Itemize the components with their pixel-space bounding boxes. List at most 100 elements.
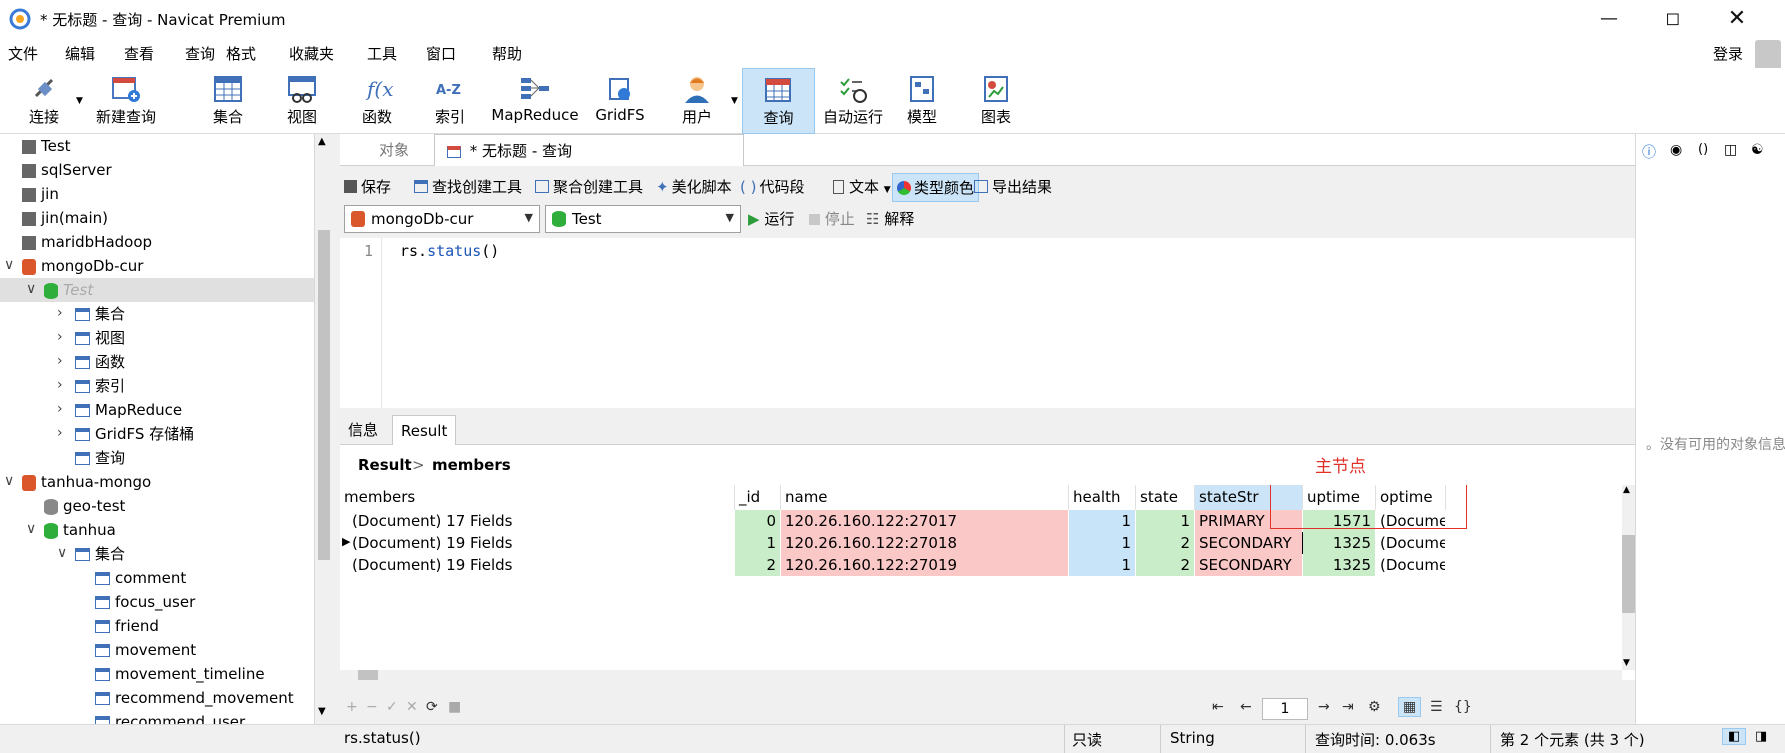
sidebar-item[interactable]: recommend_movement: [95, 686, 294, 710]
columns-icon[interactable]: ◫: [1724, 142, 1737, 158]
connect-dropdown-icon[interactable]: ▼: [76, 96, 83, 106]
menu-tools[interactable]: 工具: [367, 43, 397, 64]
sidebar-item[interactable]: jin(main): [22, 206, 108, 230]
column-header[interactable]: health: [1069, 485, 1136, 510]
grid-scroll-up-icon[interactable]: ▲: [1623, 485, 1630, 495]
table-cell[interactable]: 1: [1136, 510, 1195, 532]
grid-h-scroll-thumb[interactable]: [358, 670, 378, 680]
chevron-right-icon[interactable]: ›: [57, 401, 63, 417]
toolbar-query-button[interactable]: 查询: [742, 68, 815, 134]
table-cell[interactable]: 120.26.160.122:27017: [781, 510, 1069, 532]
sidebar-item[interactable]: jin: [22, 182, 59, 206]
grid-scroll-down-icon[interactable]: ▼: [1623, 658, 1630, 668]
sidebar-item[interactable]: 视图: [75, 326, 125, 350]
chevron-down-icon[interactable]: ∨: [4, 473, 14, 489]
preview-eye-icon[interactable]: ◉: [1670, 142, 1682, 158]
table-cell[interactable]: 1: [1069, 532, 1136, 554]
chevron-right-icon[interactable]: ›: [57, 353, 63, 369]
tree-view-icon[interactable]: ☰: [1430, 699, 1443, 715]
sidebar-item[interactable]: geo-test: [44, 494, 125, 518]
ddl-icon[interactable]: (): [1698, 142, 1708, 157]
relations-icon[interactable]: ☯: [1751, 142, 1764, 158]
grid-horizontal-scrollbar[interactable]: [340, 670, 1622, 680]
save-button[interactable]: 保存: [344, 176, 391, 197]
table-cell[interactable]: 2: [1136, 532, 1195, 554]
toolbar-collection-button[interactable]: 集合: [196, 68, 260, 134]
chevron-right-icon[interactable]: ›: [57, 377, 63, 393]
sidebar-item[interactable]: 索引: [75, 374, 125, 398]
sidebar-item[interactable]: movement: [95, 638, 196, 662]
sidebar-item[interactable]: GridFS 存储桶: [75, 422, 194, 446]
grid-vertical-scrollbar[interactable]: ▲ ▼: [1622, 485, 1635, 670]
menu-window[interactable]: 窗口: [426, 43, 456, 64]
add-record-icon[interactable]: +: [346, 699, 358, 715]
tab-query[interactable]: * 无标题 - 查询: [434, 134, 744, 166]
toolbar-user-button[interactable]: 用户: [665, 68, 729, 134]
layout-left-panel-icon[interactable]: ◧: [1722, 728, 1747, 745]
stop-button[interactable]: 停止: [809, 208, 855, 229]
sidebar-item[interactable]: comment: [95, 566, 186, 590]
stop-record-icon[interactable]: ■: [448, 699, 461, 715]
sidebar-item[interactable]: focus_user: [95, 590, 195, 614]
menu-help[interactable]: 帮助: [492, 43, 522, 64]
toolbar-index-button[interactable]: A-Z 索引: [418, 68, 482, 134]
sidebar-item[interactable]: maridbHadoop: [22, 230, 152, 254]
layout-right-panel-icon[interactable]: ◨: [1755, 729, 1767, 744]
sidebar-item[interactable]: friend: [95, 614, 159, 638]
text-view-button[interactable]: 文本 ▼: [833, 176, 891, 197]
login-link[interactable]: 登录: [1713, 43, 1743, 64]
tab-info[interactable]: 信息: [340, 415, 386, 445]
menu-view[interactable]: 查看: [124, 43, 154, 64]
run-button[interactable]: ▶ 运行: [748, 208, 794, 229]
chevron-down-icon[interactable]: ∨: [26, 281, 36, 297]
table-cell[interactable]: 120.26.160.122:27019: [781, 554, 1069, 576]
discard-icon[interactable]: ✕: [406, 699, 418, 715]
settings-gear-icon[interactable]: ⚙: [1368, 699, 1381, 715]
menu-favorites[interactable]: 收藏夹: [289, 43, 334, 64]
sidebar-item[interactable]: recommend_user: [95, 710, 245, 724]
sidebar-item[interactable]: tanhua-mongo: [22, 470, 151, 494]
info-icon[interactable]: ⓘ: [1642, 142, 1656, 162]
code-line[interactable]: rs.status(): [400, 242, 499, 260]
apply-icon[interactable]: ✓: [386, 699, 398, 715]
prev-page-icon[interactable]: ←: [1240, 699, 1252, 715]
sidebar-item[interactable]: sqlServer: [22, 158, 112, 182]
table-row[interactable]: (Document) 19 Fields 1 120.26.160.122:2701…: [340, 532, 1620, 554]
toolbar-function-button[interactable]: f(x) 函数: [345, 68, 409, 134]
menu-format[interactable]: 格式: [226, 43, 256, 64]
table-cell[interactable]: 1325: [1303, 554, 1376, 576]
grid-scroll-thumb[interactable]: [1622, 535, 1635, 613]
next-page-icon[interactable]: →: [1318, 699, 1330, 715]
toolbar-new-query-button[interactable]: 新建查询: [86, 68, 166, 134]
scroll-down-icon[interactable]: ▼: [318, 706, 326, 717]
chevron-right-icon[interactable]: ›: [57, 425, 63, 441]
chevron-down-icon[interactable]: ∨: [57, 545, 67, 561]
table-cell[interactable]: (Document) 19 Fields: [340, 532, 735, 554]
tab-objects[interactable]: 对象: [354, 134, 434, 166]
menu-query[interactable]: 查询: [185, 43, 215, 64]
explain-button[interactable]: ☷ 解释: [866, 208, 914, 229]
connection-select[interactable]: mongoDb-cur ▼: [344, 205, 540, 233]
chevron-down-icon[interactable]: ∨: [4, 257, 14, 273]
find-builder-button[interactable]: 查找创建工具: [414, 176, 522, 197]
toolbar-view-button[interactable]: 视图: [270, 68, 334, 134]
beautify-button[interactable]: ✦ 美化脚本: [656, 176, 732, 197]
export-result-button[interactable]: 导出结果: [974, 176, 1052, 197]
table-cell[interactable]: (Documen: [1376, 532, 1446, 554]
delete-record-icon[interactable]: −: [366, 699, 378, 715]
maximize-icon[interactable]: ◻: [1641, 0, 1705, 38]
minimize-icon[interactable]: —: [1577, 0, 1641, 38]
table-cell[interactable]: SECONDARY: [1195, 554, 1303, 576]
toolbar-mapreduce-button[interactable]: MapReduce: [490, 68, 580, 134]
code-editor[interactable]: [340, 238, 1635, 408]
tab-result[interactable]: Result: [392, 415, 457, 445]
sidebar-item[interactable]: Test: [22, 134, 71, 158]
aggregate-builder-button[interactable]: 聚合创建工具: [535, 176, 643, 197]
page-number-input[interactable]: 1: [1262, 698, 1308, 720]
close-icon[interactable]: ✕: [1705, 0, 1769, 38]
chevron-down-icon[interactable]: ∨: [26, 521, 36, 537]
sidebar-item[interactable]: 函数: [75, 350, 125, 374]
text-dropdown-icon[interactable]: ▼: [884, 185, 891, 195]
snippet-button[interactable]: ( ) 代码段: [740, 176, 805, 197]
toolbar-automation-button[interactable]: 自动运行: [818, 68, 888, 134]
